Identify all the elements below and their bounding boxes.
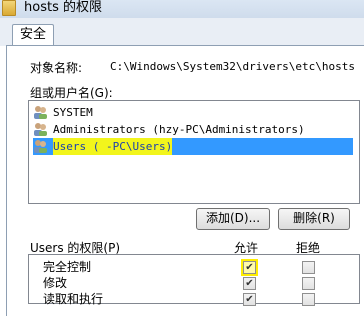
permission-row: 修改 ✔: [29, 275, 359, 291]
tab-security[interactable]: 安全: [12, 24, 54, 47]
user-name: SYSTEM: [53, 106, 93, 119]
permission-row: 读取和执行 ✔: [29, 291, 359, 307]
user-group-icon: [34, 140, 47, 153]
permission-row: 完全控制 ✔: [29, 259, 359, 275]
deny-checkbox[interactable]: [302, 261, 315, 274]
user-name: Administrators (hzy-PC\Administrators): [53, 123, 305, 136]
allow-checkbox[interactable]: ✔: [243, 277, 256, 290]
object-name-value: C:\Windows\System32\drivers\etc\hosts: [110, 60, 356, 73]
object-name-label: 对象名称:: [30, 61, 83, 75]
list-item[interactable]: Administrators (hzy-PC\Administrators): [33, 121, 353, 138]
permission-name: 读取和执行: [43, 292, 104, 306]
list-item-selected[interactable]: Users ( -PC\Users): [33, 138, 353, 155]
remove-button[interactable]: 删除(R): [278, 208, 350, 230]
title-bar: hosts 的权限: [0, 0, 364, 18]
deny-checkbox[interactable]: [302, 293, 315, 306]
permissions-list: 完全控制 ✔ 修改 ✔ 读取和执行 ✔: [28, 254, 360, 307]
user-group-icon: [34, 106, 47, 119]
list-item[interactable]: SYSTEM: [33, 104, 353, 121]
tab-strip: 安全: [0, 18, 364, 47]
users-list-label: 组或用户名(G):: [30, 86, 113, 100]
users-list[interactable]: SYSTEM Administrators (hzy-PC\Administra…: [28, 100, 360, 204]
folder-icon: [2, 0, 16, 16]
user-name: Users ( -PC\Users): [53, 138, 173, 155]
add-button[interactable]: 添加(D)...: [196, 208, 270, 230]
user-group-icon: [34, 123, 47, 136]
permission-name: 完全控制: [43, 260, 92, 274]
window-title: hosts 的权限: [24, 0, 102, 15]
permission-name: 修改: [43, 276, 68, 290]
deny-checkbox[interactable]: [302, 277, 315, 290]
allow-checkbox[interactable]: ✔: [243, 293, 256, 306]
allow-checkbox[interactable]: ✔: [243, 261, 256, 274]
